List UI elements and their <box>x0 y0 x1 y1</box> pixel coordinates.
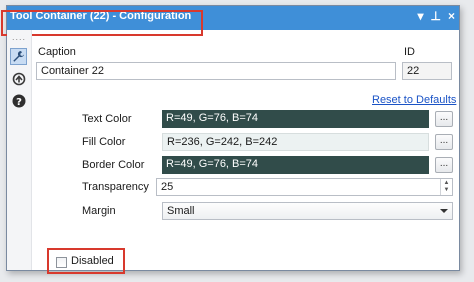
title-controls: ▾ ⊥ × <box>418 9 456 23</box>
fill-color-swatch[interactable]: R=236, G=242, B=242 <box>162 133 429 151</box>
config-sidebar: .... ? <box>7 30 32 270</box>
disabled-label[interactable]: Disabled <box>71 255 114 267</box>
help-tab-button[interactable]: ? <box>10 92 27 109</box>
configuration-tab-button[interactable] <box>10 48 27 65</box>
dropdown-menu-icon[interactable]: ▾ <box>418 9 424 23</box>
reset-to-defaults-link[interactable]: Reset to Defaults <box>372 94 456 106</box>
chevron-down-icon <box>440 209 448 213</box>
grip-icon: .... <box>12 32 27 42</box>
spin-buttons[interactable]: ▲ ▼ <box>440 179 452 195</box>
transparency-value: 25 <box>161 181 174 193</box>
fill-color-browse-button[interactable]: ... <box>435 134 453 150</box>
margin-selected-value: Small <box>167 205 195 217</box>
spin-up-icon[interactable]: ▲ <box>444 180 450 187</box>
layout-tab-button[interactable] <box>10 70 27 87</box>
wrench-icon <box>13 51 24 62</box>
caption-label: Caption <box>38 46 76 58</box>
margin-select[interactable]: Small <box>162 202 453 220</box>
border-color-label: Border Color <box>82 159 145 171</box>
id-label: ID <box>404 46 415 58</box>
disabled-highlight-box: Disabled <box>47 248 125 274</box>
border-color-swatch[interactable]: R=49, G=76, B=74 <box>162 156 429 174</box>
text-color-browse-button[interactable]: ... <box>435 111 453 127</box>
title-bar[interactable]: Tool Container (22) - Configuration ▾ ⊥ … <box>7 6 459 30</box>
border-color-browse-button[interactable]: ... <box>435 157 453 173</box>
configuration-window: Tool Container (22) - Configuration ▾ ⊥ … <box>1 5 460 274</box>
disabled-checkbox[interactable] <box>56 257 67 268</box>
text-color-swatch[interactable]: R=49, G=76, B=74 <box>162 110 429 128</box>
fill-color-label: Fill Color <box>82 136 126 148</box>
caption-input[interactable]: Container 22 <box>36 62 396 80</box>
help-icon: ? <box>12 94 25 107</box>
text-color-label: Text Color <box>82 113 132 125</box>
transparency-stepper[interactable]: 25 ▲ ▼ <box>156 178 453 196</box>
close-icon[interactable]: × <box>448 9 455 23</box>
pin-icon[interactable]: ⊥ <box>431 9 441 23</box>
id-field: 22 <box>402 62 452 80</box>
connection-icon <box>12 72 25 85</box>
window-title: Tool Container (22) - Configuration <box>10 10 192 22</box>
transparency-label: Transparency <box>82 181 149 193</box>
spin-down-icon[interactable]: ▼ <box>444 187 450 194</box>
margin-label: Margin <box>82 205 116 217</box>
svg-text:?: ? <box>16 96 22 107</box>
